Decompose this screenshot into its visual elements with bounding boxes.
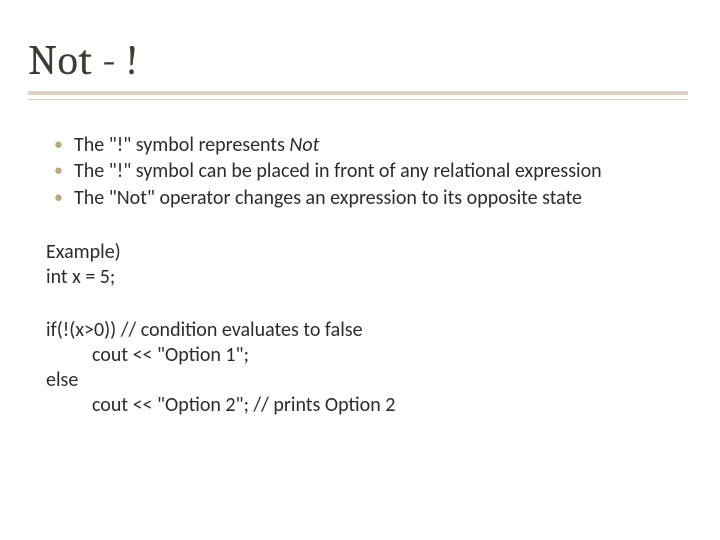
code-else-line: else [46, 368, 674, 393]
example-block: Example) int x = 5; [46, 240, 674, 290]
example-decl: int x = 5; [46, 265, 674, 290]
example-label: Example) [46, 240, 674, 265]
title-underline [28, 91, 688, 107]
bullet-list: The "!" symbol represents Not The "!" sy… [54, 133, 674, 210]
bullet-text: The "!" symbol can be placed in front of… [74, 159, 602, 183]
code-block: if(!(x>0)) // condition evaluates to fal… [46, 318, 674, 418]
bullet-item: The "!" symbol can be placed in front of… [54, 159, 674, 183]
code-if-line: if(!(x>0)) // condition evaluates to fal… [46, 318, 674, 343]
bullet-item: The "Not" operator changes an expression… [54, 186, 674, 210]
code-else-body: cout << "Option 2"; // prints Option 2 [46, 393, 674, 418]
slide: { "title": "Not - !", "bullets": [ { "pr… [0, 0, 720, 540]
slide-body: The "!" symbol represents Not The "!" sy… [46, 133, 674, 418]
bullet-em: Not [289, 133, 319, 157]
slide-title: Not - ! [28, 36, 674, 85]
bullet-item: The "!" symbol represents Not [54, 133, 674, 157]
bullet-text: The "Not" operator changes an expression… [74, 186, 582, 210]
bullet-text: The "!" symbol represents [74, 133, 289, 157]
code-if-body: cout << "Option 1"; [46, 343, 674, 368]
